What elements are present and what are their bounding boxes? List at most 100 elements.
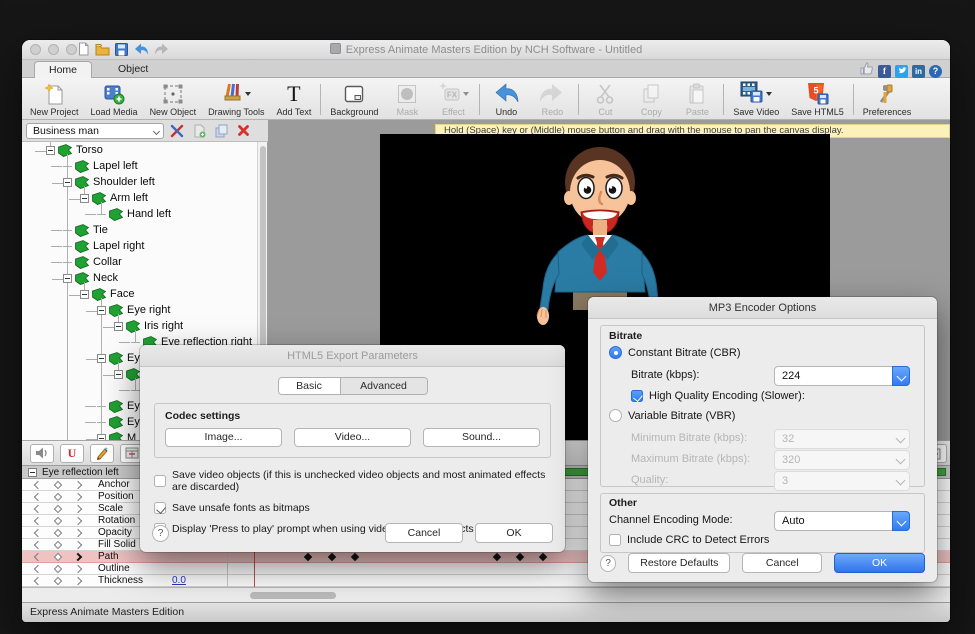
mute-button[interactable]: U [60, 444, 84, 463]
channel-mode-select[interactable]: Auto [774, 511, 910, 531]
prev-keyframe-icon[interactable] [34, 564, 42, 572]
cancel-button[interactable]: Cancel [385, 523, 463, 543]
keyframe-diamond-icon[interactable] [54, 480, 62, 488]
next-keyframe-icon[interactable] [74, 540, 82, 548]
next-keyframe-icon[interactable] [74, 516, 82, 524]
load-media-button[interactable]: Load Media [85, 80, 144, 119]
keyframe-diamond-icon[interactable] [54, 516, 62, 524]
prev-keyframe-icon[interactable] [34, 480, 42, 488]
keyframe-marker[interactable] [328, 553, 336, 561]
keyframe-diamond-icon[interactable] [54, 564, 62, 572]
keyframe-diamond-icon[interactable] [54, 504, 62, 512]
tree-expander[interactable] [97, 354, 106, 363]
drawing-tools-button[interactable]: Drawing Tools [202, 80, 270, 119]
tab-object[interactable]: Object [104, 61, 162, 78]
new-object-button[interactable]: New Object [144, 80, 203, 119]
high-quality-checkbox[interactable] [631, 390, 643, 402]
timeline-horizontal-scrollbar[interactable] [22, 587, 950, 602]
help-icon[interactable]: ? [929, 65, 942, 78]
keyframe-marker[interactable] [493, 553, 501, 561]
new-project-button[interactable]: New Project [24, 80, 85, 119]
keyframe-diamond-icon[interactable] [54, 540, 62, 548]
restore-defaults-button[interactable]: Restore Defaults [628, 553, 730, 573]
save-html5-button[interactable]: 5 Save HTML5 [785, 80, 850, 119]
tree-expander[interactable] [63, 274, 72, 283]
tab-advanced[interactable]: Advanced [341, 378, 427, 394]
tab-basic[interactable]: Basic [279, 378, 341, 394]
sound-button[interactable] [30, 444, 54, 463]
image-codec-button[interactable]: Image... [165, 428, 282, 447]
add-text-button[interactable]: T Add Text [270, 80, 317, 119]
object-tools-button[interactable] [168, 122, 186, 139]
keyframe-diamond-icon[interactable] [54, 492, 62, 500]
title-bar[interactable]: Express Animate Masters Edition by NCH S… [22, 40, 950, 60]
twitter-icon[interactable] [895, 65, 908, 78]
save-video-button[interactable]: Save Video [727, 80, 785, 119]
cbr-radio[interactable] [609, 346, 622, 359]
chevron-down-icon[interactable] [892, 366, 910, 386]
save-video-objects-checkbox[interactable] [154, 475, 166, 487]
next-keyframe-icon[interactable] [74, 492, 82, 500]
keyframe-diamond-icon[interactable] [54, 552, 62, 560]
save-video-dropdown-icon[interactable] [766, 92, 772, 96]
next-keyframe-icon[interactable] [74, 552, 82, 560]
vbr-radio[interactable] [609, 409, 622, 422]
tree-item[interactable]: Neck [22, 270, 267, 286]
tree-item[interactable]: Face [22, 286, 267, 302]
ok-button[interactable]: OK [834, 553, 925, 573]
cancel-button[interactable]: Cancel [742, 553, 822, 573]
delete-object-button[interactable] [234, 122, 252, 139]
save-unsafe-fonts-checkbox[interactable] [154, 502, 166, 514]
dialog-title[interactable]: MP3 Encoder Options [588, 297, 937, 319]
help-button[interactable]: ? [152, 525, 169, 542]
thickness-value-link[interactable]: 0.0 [172, 575, 186, 586]
object-selector[interactable]: Business man [26, 123, 164, 139]
scrollbar-thumb[interactable] [250, 592, 336, 599]
tree-item[interactable]: Eye right [22, 302, 267, 318]
keyframe-marker[interactable] [539, 553, 547, 561]
keyframe-marker[interactable] [351, 553, 359, 561]
tree-expander[interactable] [114, 322, 123, 331]
tree-item[interactable]: Hand left [22, 206, 267, 222]
next-keyframe-icon[interactable] [74, 480, 82, 488]
next-keyframe-icon[interactable] [74, 504, 82, 512]
prev-keyframe-icon[interactable] [34, 528, 42, 536]
background-button[interactable]: Background [324, 80, 384, 119]
keyframe-diamond-icon[interactable] [54, 576, 62, 584]
tree-item[interactable]: Collar [22, 254, 267, 270]
bitrate-select[interactable]: 224 [774, 366, 910, 386]
tree-expander[interactable] [46, 146, 55, 155]
keyframe-diamond-icon[interactable] [54, 528, 62, 536]
prev-keyframe-icon[interactable] [34, 576, 42, 584]
undo-button[interactable]: Undo [483, 80, 529, 119]
next-keyframe-icon[interactable] [74, 528, 82, 536]
html5-export-dialog[interactable]: HTML5 Export Parameters Basic Advanced C… [140, 345, 565, 552]
prev-keyframe-icon[interactable] [34, 492, 42, 500]
tree-item[interactable]: Arm left [22, 190, 267, 206]
dialog-title[interactable]: HTML5 Export Parameters [140, 345, 565, 367]
tree-expander[interactable] [97, 306, 106, 315]
tree-item[interactable]: Shoulder left [22, 174, 267, 190]
crc-checkbox[interactable] [609, 534, 621, 546]
preferences-button[interactable]: Preferences [857, 80, 918, 119]
prev-keyframe-icon[interactable] [34, 504, 42, 512]
keyframe-marker[interactable] [304, 553, 312, 561]
drawing-tools-dropdown-icon[interactable] [245, 92, 251, 96]
mp3-encoder-dialog[interactable]: MP3 Encoder Options Bitrate Constant Bit… [588, 297, 937, 582]
prev-keyframe-icon[interactable] [34, 540, 42, 548]
chevron-down-icon[interactable] [892, 511, 910, 531]
prev-keyframe-icon[interactable] [34, 516, 42, 524]
linkedin-icon[interactable]: in [912, 65, 925, 78]
tree-expander[interactable] [114, 370, 123, 379]
keyframe-marker[interactable] [516, 553, 524, 561]
tree-expander[interactable] [80, 194, 89, 203]
tab-home[interactable]: Home [34, 61, 92, 78]
tree-item[interactable]: Lapel right [22, 238, 267, 254]
tree-item[interactable]: Lapel left [22, 158, 267, 174]
tree-expander[interactable] [63, 178, 72, 187]
tree-item[interactable]: Iris right [22, 318, 267, 334]
next-keyframe-icon[interactable] [74, 576, 82, 584]
next-keyframe-icon[interactable] [74, 564, 82, 572]
tree-item[interactable]: Tie [22, 222, 267, 238]
group-collapse-icon[interactable] [28, 468, 37, 477]
